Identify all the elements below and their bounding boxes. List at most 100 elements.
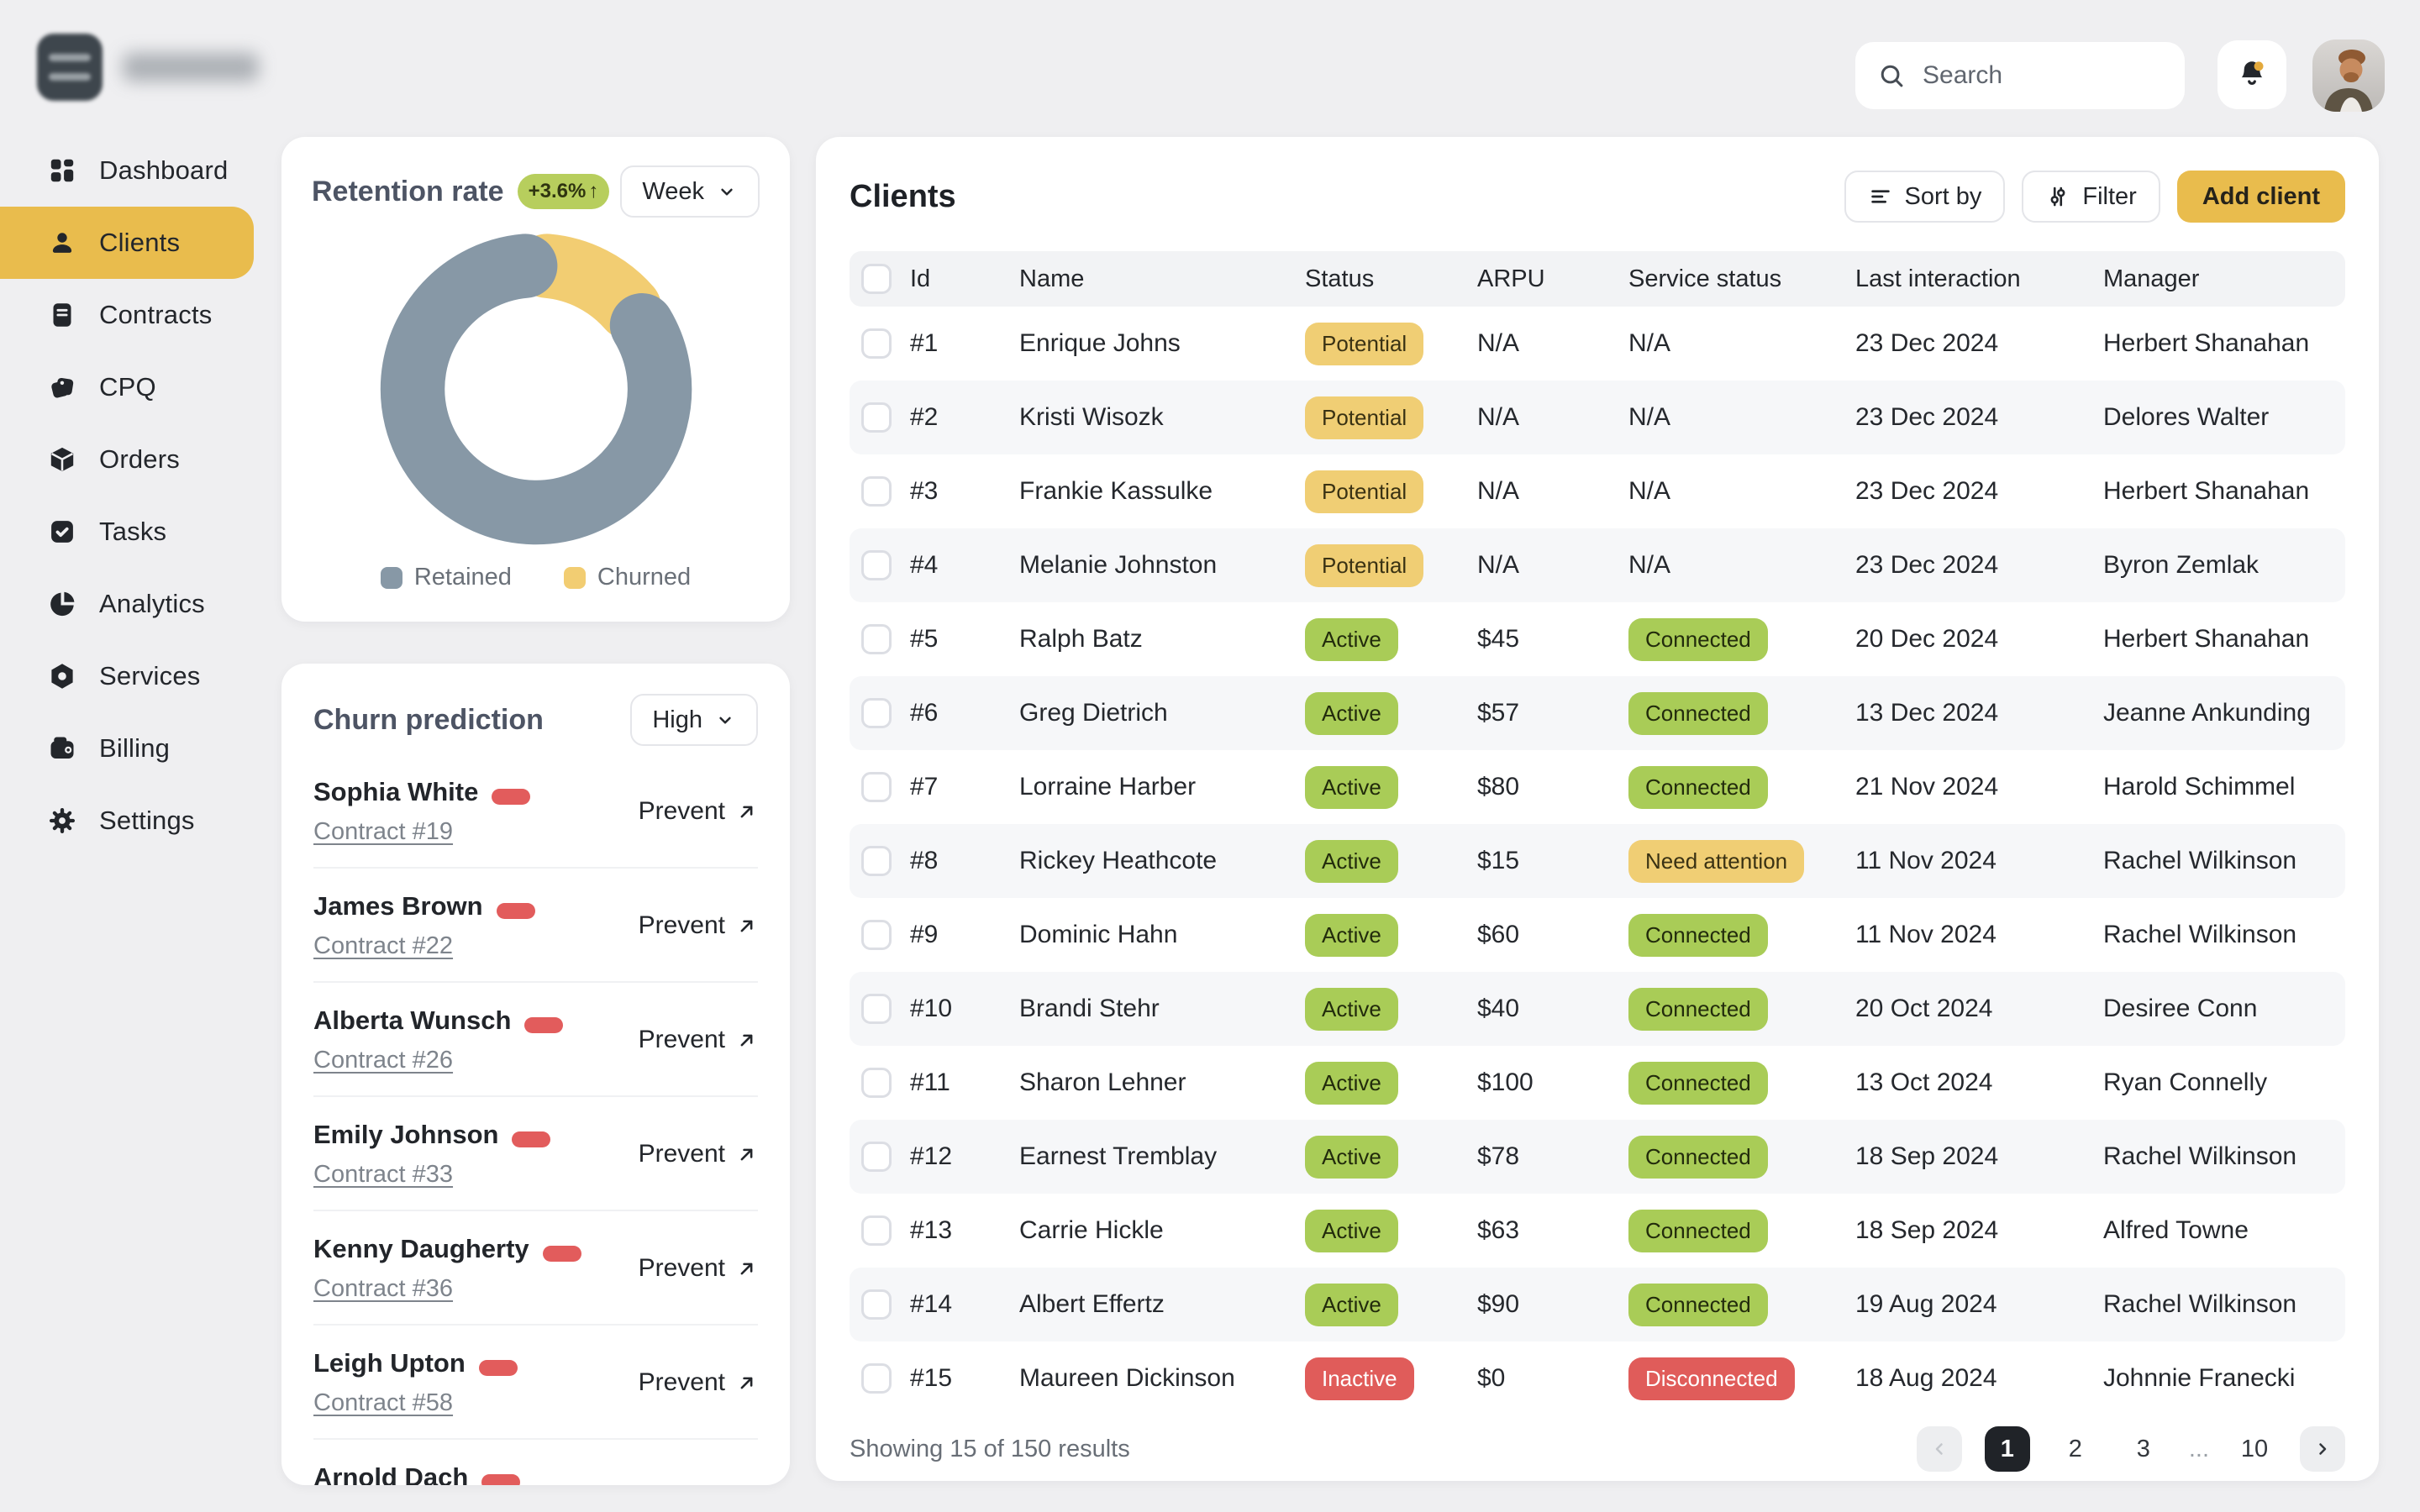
contract-link[interactable]: Contract #22 (313, 932, 453, 960)
sidebar-item-cpq[interactable]: CPQ (0, 351, 254, 423)
box-icon (47, 444, 77, 475)
sidebar-item-settings[interactable]: Settings (0, 785, 254, 857)
global-search[interactable] (1855, 42, 2185, 109)
sidebar-item-analytics[interactable]: Analytics (0, 568, 254, 640)
select-all-checkbox[interactable] (861, 264, 892, 294)
row-checkbox[interactable] (861, 550, 892, 580)
pagination-page-2[interactable]: 2 (2053, 1426, 2098, 1472)
table-row[interactable]: #6Greg DietrichActive$57Connected13 Dec … (850, 676, 2345, 750)
row-checkbox[interactable] (861, 624, 892, 654)
sidebar-item-clients[interactable]: Clients (0, 207, 254, 279)
table-row[interactable]: #4Melanie JohnstonPotentialN/AN/A23 Dec … (850, 528, 2345, 602)
sidebar-item-contracts[interactable]: Contracts (0, 279, 254, 351)
cell-arpu: N/A (1477, 551, 1628, 580)
pagination-page-10[interactable]: 10 (2232, 1426, 2277, 1472)
churn-level-select[interactable]: High (630, 694, 758, 746)
pagination-page-3[interactable]: 3 (2121, 1426, 2166, 1472)
table-row[interactable]: #11Sharon LehnerActive$100Connected13 Oc… (850, 1046, 2345, 1120)
cell-name: Brandi Stehr (1019, 995, 1305, 1023)
contract-link[interactable]: Contract #36 (313, 1275, 453, 1303)
churn-client-name: James Brown (313, 891, 483, 921)
retention-period-select[interactable]: Week (620, 165, 760, 218)
user-avatar[interactable] (2312, 39, 2385, 112)
cell-id: #13 (910, 1216, 1019, 1245)
prevent-link[interactable]: Prevent (639, 1140, 758, 1168)
row-checkbox[interactable] (861, 476, 892, 507)
add-client-button[interactable]: Add client (2177, 171, 2345, 223)
notifications-button[interactable] (2217, 40, 2286, 109)
contract-link[interactable]: Contract #33 (313, 1161, 453, 1189)
cell-last-interaction: 18 Sep 2024 (1855, 1216, 2103, 1245)
prevent-link[interactable]: Prevent (639, 1026, 758, 1054)
sidebar-item-label: Billing (99, 733, 170, 764)
row-checkbox[interactable] (861, 920, 892, 950)
table-row[interactable]: #10Brandi StehrActive$40Connected20 Oct … (850, 972, 2345, 1046)
churn-client-name: Arnold Dach (313, 1462, 468, 1485)
table-row[interactable]: #5Ralph BatzActive$45Connected20 Dec 202… (850, 602, 2345, 676)
prevent-link[interactable]: Prevent (639, 1483, 758, 1485)
table-row[interactable]: #9Dominic HahnActive$60Connected11 Nov 2… (850, 898, 2345, 972)
table-row[interactable]: #14Albert EffertzActive$90Connected19 Au… (850, 1268, 2345, 1341)
row-checkbox[interactable] (861, 1068, 892, 1098)
service-status-badge: Need attention (1628, 840, 1804, 883)
sidebar-item-billing[interactable]: Billing (0, 712, 254, 785)
sidebar-item-label: Tasks (99, 517, 166, 547)
table-row[interactable]: #3Frankie KassulkePotentialN/AN/A23 Dec … (850, 454, 2345, 528)
cell-last-interaction: 18 Aug 2024 (1855, 1364, 2103, 1393)
row-checkbox[interactable] (861, 1363, 892, 1394)
contract-link[interactable]: Contract #19 (313, 818, 453, 846)
cell-id: #5 (910, 625, 1019, 654)
legend-item: Churned (564, 564, 691, 591)
pagination-next-button[interactable] (2300, 1426, 2345, 1472)
pagination-prev-button[interactable] (1917, 1426, 1962, 1472)
prevent-link[interactable]: Prevent (639, 1368, 758, 1397)
row-checkbox[interactable] (861, 994, 892, 1024)
contract-link[interactable]: Contract #26 (313, 1047, 453, 1074)
sidebar-item-services[interactable]: Services (0, 640, 254, 712)
row-checkbox[interactable] (861, 1289, 892, 1320)
table-row[interactable]: #12Earnest TremblayActive$78Connected18 … (850, 1120, 2345, 1194)
table-row[interactable]: #7Lorraine HarberActive$80Connected21 No… (850, 750, 2345, 824)
cell-id: #6 (910, 699, 1019, 727)
sidebar-item-label: Dashboard (99, 155, 228, 186)
prevent-label: Prevent (639, 1254, 725, 1283)
pagination-page-1[interactable]: 1 (1985, 1426, 2030, 1472)
prevent-link[interactable]: Prevent (639, 1254, 758, 1283)
table-body: #1Enrique JohnsPotentialN/AN/A23 Dec 202… (850, 307, 2345, 1415)
table-row[interactable]: #1Enrique JohnsPotentialN/AN/A23 Dec 202… (850, 307, 2345, 381)
row-checkbox[interactable] (861, 402, 892, 433)
cell-id: #8 (910, 847, 1019, 875)
sidebar-item-label: Contracts (99, 300, 212, 330)
row-checkbox[interactable] (861, 1142, 892, 1172)
sidebar-item-tasks[interactable]: Tasks (0, 496, 254, 568)
cell-arpu: N/A (1477, 477, 1628, 506)
app-logo (37, 34, 259, 101)
filter-button[interactable]: Filter (2022, 171, 2160, 223)
app-logo-mark-blurred (37, 34, 103, 101)
churn-title-text: Churn prediction (313, 704, 544, 737)
table-row[interactable]: #2Kristi WisozkPotentialN/AN/A23 Dec 202… (850, 381, 2345, 454)
cell-id: #1 (910, 329, 1019, 358)
row-checkbox[interactable] (861, 698, 892, 728)
arrow-up-right-icon (735, 801, 758, 823)
sort-by-label: Sort by (1905, 183, 1982, 211)
table-row[interactable]: #8Rickey HeathcoteActive$15Need attentio… (850, 824, 2345, 898)
row-checkbox[interactable] (861, 328, 892, 359)
cell-last-interaction: 13 Dec 2024 (1855, 699, 2103, 727)
row-checkbox[interactable] (861, 1215, 892, 1246)
prevent-link[interactable]: Prevent (639, 797, 758, 826)
sidebar-item-orders[interactable]: Orders (0, 423, 254, 496)
sidebar-item-dashboard[interactable]: Dashboard (0, 134, 254, 207)
prevent-link[interactable]: Prevent (639, 911, 758, 940)
prevent-label: Prevent (639, 1483, 725, 1485)
sort-by-button[interactable]: Sort by (1844, 171, 2006, 223)
row-checkbox[interactable] (861, 772, 892, 802)
cell-id: #2 (910, 403, 1019, 432)
contract-link[interactable]: Contract #58 (313, 1389, 453, 1417)
row-checkbox[interactable] (861, 846, 892, 876)
search-input[interactable] (1921, 60, 2163, 91)
arrow-up-right-icon (735, 1143, 758, 1166)
cell-last-interaction: 11 Nov 2024 (1855, 921, 2103, 949)
table-row[interactable]: #13Carrie HickleActive$63Connected18 Sep… (850, 1194, 2345, 1268)
table-row[interactable]: #15Maureen DickinsonInactive$0Disconnect… (850, 1341, 2345, 1415)
